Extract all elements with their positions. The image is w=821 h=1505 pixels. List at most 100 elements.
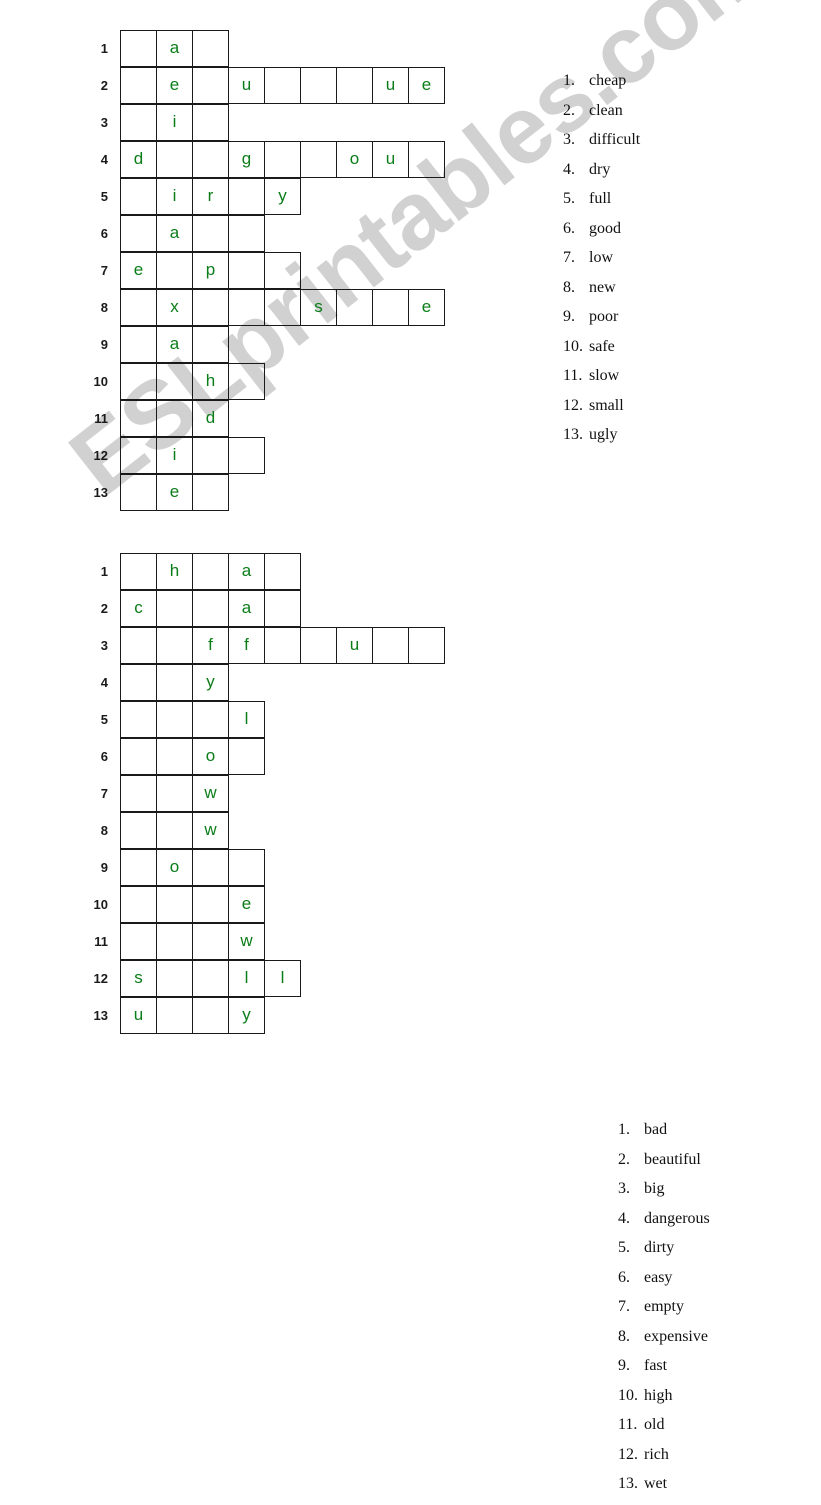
grid-cell-filled[interactable]: i xyxy=(156,103,193,141)
grid-cell-filled[interactable]: p xyxy=(192,251,229,289)
grid-cell-empty[interactable] xyxy=(120,214,157,252)
grid-cell-filled[interactable]: a xyxy=(156,214,193,252)
grid-cell-empty[interactable] xyxy=(192,436,229,474)
grid-cell-empty[interactable] xyxy=(192,325,229,363)
grid-cell-filled[interactable]: w xyxy=(192,774,229,812)
grid-cell-filled[interactable]: x xyxy=(156,288,193,326)
grid-cell-empty[interactable] xyxy=(264,589,301,627)
grid-cell-empty[interactable] xyxy=(156,922,193,960)
grid-cell-filled[interactable]: w xyxy=(192,811,229,849)
grid-cell-filled[interactable]: o xyxy=(336,140,373,178)
grid-cell-filled[interactable]: r xyxy=(192,177,229,215)
grid-cell-filled[interactable]: u xyxy=(336,626,373,664)
grid-cell-filled[interactable]: e xyxy=(408,66,445,104)
grid-cell-empty[interactable] xyxy=(192,848,229,886)
grid-cell-empty[interactable] xyxy=(156,996,193,1034)
grid-cell-filled[interactable]: u xyxy=(372,66,409,104)
grid-cell-empty[interactable] xyxy=(156,626,193,664)
grid-cell-empty[interactable] xyxy=(192,288,229,326)
grid-cell-empty[interactable] xyxy=(192,996,229,1034)
grid-cell-empty[interactable] xyxy=(192,959,229,997)
grid-cell-filled[interactable]: s xyxy=(120,959,157,997)
grid-cell-empty[interactable] xyxy=(228,251,265,289)
grid-cell-empty[interactable] xyxy=(228,436,265,474)
grid-cell-filled[interactable]: i xyxy=(156,436,193,474)
grid-cell-empty[interactable] xyxy=(336,288,373,326)
grid-cell-empty[interactable] xyxy=(192,885,229,923)
grid-cell-empty[interactable] xyxy=(300,66,337,104)
grid-cell-filled[interactable]: e xyxy=(156,66,193,104)
grid-cell-empty[interactable] xyxy=(264,66,301,104)
grid-cell-empty[interactable] xyxy=(228,737,265,775)
grid-cell-empty[interactable] xyxy=(192,29,229,67)
grid-cell-empty[interactable] xyxy=(192,473,229,511)
grid-cell-filled[interactable]: e xyxy=(156,473,193,511)
grid-cell-empty[interactable] xyxy=(228,362,265,400)
grid-cell-empty[interactable] xyxy=(192,140,229,178)
grid-cell-filled[interactable]: e xyxy=(120,251,157,289)
grid-cell-empty[interactable] xyxy=(120,29,157,67)
grid-cell-empty[interactable] xyxy=(120,774,157,812)
grid-cell-empty[interactable] xyxy=(156,140,193,178)
grid-cell-filled[interactable]: e xyxy=(228,885,265,923)
grid-cell-filled[interactable]: a xyxy=(156,325,193,363)
grid-cell-filled[interactable]: i xyxy=(156,177,193,215)
grid-cell-empty[interactable] xyxy=(120,473,157,511)
grid-cell-empty[interactable] xyxy=(408,626,445,664)
grid-cell-empty[interactable] xyxy=(336,66,373,104)
grid-cell-empty[interactable] xyxy=(228,214,265,252)
grid-cell-empty[interactable] xyxy=(120,399,157,437)
grid-cell-empty[interactable] xyxy=(156,663,193,701)
grid-cell-filled[interactable]: d xyxy=(120,140,157,178)
grid-cell-empty[interactable] xyxy=(372,288,409,326)
grid-cell-filled[interactable]: g xyxy=(228,140,265,178)
grid-cell-empty[interactable] xyxy=(120,885,157,923)
grid-cell-empty[interactable] xyxy=(120,737,157,775)
grid-cell-empty[interactable] xyxy=(120,663,157,701)
grid-cell-empty[interactable] xyxy=(120,325,157,363)
grid-cell-empty[interactable] xyxy=(300,626,337,664)
grid-cell-empty[interactable] xyxy=(156,811,193,849)
grid-cell-empty[interactable] xyxy=(120,848,157,886)
grid-cell-filled[interactable]: u xyxy=(372,140,409,178)
grid-cell-empty[interactable] xyxy=(156,700,193,738)
grid-cell-filled[interactable]: u xyxy=(228,66,265,104)
grid-cell-filled[interactable]: s xyxy=(300,288,337,326)
grid-cell-empty[interactable] xyxy=(192,214,229,252)
grid-cell-empty[interactable] xyxy=(120,700,157,738)
grid-cell-empty[interactable] xyxy=(120,288,157,326)
grid-cell-empty[interactable] xyxy=(156,589,193,627)
grid-cell-filled[interactable]: h xyxy=(192,362,229,400)
grid-cell-empty[interactable] xyxy=(156,251,193,289)
grid-cell-empty[interactable] xyxy=(120,177,157,215)
grid-cell-empty[interactable] xyxy=(192,66,229,104)
grid-cell-empty[interactable] xyxy=(156,959,193,997)
grid-cell-empty[interactable] xyxy=(228,177,265,215)
grid-cell-filled[interactable]: f xyxy=(228,626,265,664)
grid-cell-empty[interactable] xyxy=(264,626,301,664)
grid-cell-filled[interactable]: a xyxy=(228,552,265,590)
grid-cell-filled[interactable]: w xyxy=(228,922,265,960)
grid-cell-empty[interactable] xyxy=(264,251,301,289)
grid-cell-empty[interactable] xyxy=(120,922,157,960)
grid-cell-filled[interactable]: e xyxy=(408,288,445,326)
grid-cell-filled[interactable]: u xyxy=(120,996,157,1034)
grid-cell-filled[interactable]: d xyxy=(192,399,229,437)
grid-cell-empty[interactable] xyxy=(228,848,265,886)
grid-cell-empty[interactable] xyxy=(120,626,157,664)
grid-cell-filled[interactable]: a xyxy=(228,589,265,627)
grid-cell-empty[interactable] xyxy=(156,885,193,923)
grid-cell-empty[interactable] xyxy=(120,66,157,104)
grid-cell-empty[interactable] xyxy=(192,700,229,738)
grid-cell-empty[interactable] xyxy=(372,626,409,664)
grid-cell-empty[interactable] xyxy=(264,288,301,326)
grid-cell-filled[interactable]: l xyxy=(264,959,301,997)
grid-cell-filled[interactable]: c xyxy=(120,589,157,627)
grid-cell-empty[interactable] xyxy=(120,362,157,400)
grid-cell-empty[interactable] xyxy=(192,589,229,627)
grid-cell-empty[interactable] xyxy=(408,140,445,178)
grid-cell-empty[interactable] xyxy=(192,552,229,590)
grid-cell-filled[interactable]: y xyxy=(192,663,229,701)
grid-cell-empty[interactable] xyxy=(192,922,229,960)
grid-cell-filled[interactable]: o xyxy=(192,737,229,775)
